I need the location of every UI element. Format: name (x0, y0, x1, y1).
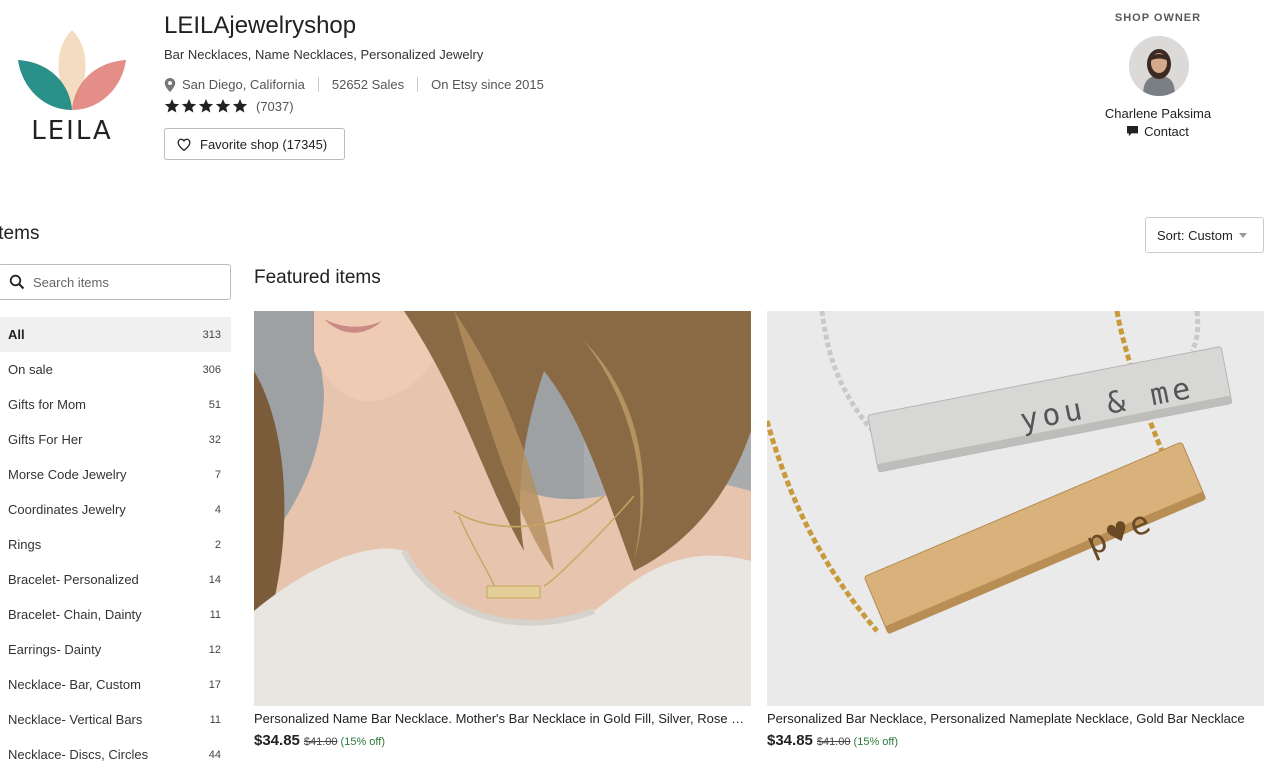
sort-dropdown[interactable]: Sort: Custom (1145, 217, 1264, 253)
category-count: 7 (214, 468, 221, 481)
product-original-price: $41.00 (816, 736, 851, 748)
product-price: $34.85 (767, 732, 813, 749)
category-item-gifts-for-mom[interactable]: Gifts for Mom 51 (0, 387, 231, 422)
category-label: Rings (8, 537, 42, 552)
owner-photo (1129, 36, 1189, 96)
category-label: Morse Code Jewelry (8, 467, 127, 482)
contact-label: Contact (1144, 124, 1189, 139)
category-count: 11 (209, 713, 221, 726)
search-input[interactable] (33, 274, 213, 290)
category-item-rings[interactable]: Rings 2 (0, 527, 231, 562)
category-count: 14 (208, 573, 221, 586)
product-discount: (15% off) (340, 736, 385, 748)
rating-stars (164, 98, 248, 114)
owner-name[interactable]: Charlene Paksima (1080, 106, 1236, 121)
product-original-price: $41.00 (303, 736, 338, 748)
category-label: Coordinates Jewelry (8, 502, 126, 517)
product-price: $34.85 (254, 732, 300, 749)
category-list: All 313 On sale 306 Gifts for Mom 51 Gifts … (0, 317, 231, 771)
contact-owner-link[interactable]: Contact (1080, 124, 1236, 139)
star-icon (215, 99, 231, 113)
category-label: On sale (8, 362, 53, 377)
product-card[interactable]: you & me p♥e Personalized Bar Necklace, … (767, 311, 1264, 749)
category-item-earrings[interactable]: Earrings- Dainty 12 (0, 632, 231, 667)
search-icon (9, 274, 25, 290)
product-title[interactable]: Personalized Name Bar Necklace. Mother's… (254, 711, 751, 726)
category-label: Bracelet- Personalized (8, 572, 139, 587)
category-count: 306 (202, 363, 221, 376)
product-image[interactable]: you & me p♥e (767, 311, 1264, 706)
category-label: All (8, 327, 25, 342)
star-icon (232, 99, 248, 113)
shop-logo: LEILA (14, 26, 130, 148)
product-price-row: $34.85 $41.00 (15% off) (254, 732, 751, 749)
category-count: 4 (214, 503, 221, 516)
star-icon (198, 99, 214, 113)
favorite-shop-button[interactable]: Favorite shop (17345) (164, 128, 345, 160)
category-label: Bracelet- Chain, Dainty (8, 607, 142, 622)
category-item-gifts-for-her[interactable]: Gifts For Her 32 (0, 422, 231, 457)
shop-sales[interactable]: 52652 Sales (332, 77, 404, 92)
category-item-all[interactable]: All 313 (0, 317, 231, 352)
shop-tagline: Bar Necklaces, Name Necklaces, Personali… (164, 47, 484, 62)
category-item-coordinates[interactable]: Coordinates Jewelry 4 (0, 492, 231, 527)
category-count: 44 (208, 748, 221, 761)
shop-name[interactable]: LEILAjewelryshop (164, 12, 356, 40)
shop-since: On Etsy since 2015 (431, 77, 544, 92)
category-label: Earrings- Dainty (8, 642, 102, 657)
product-title[interactable]: Personalized Bar Necklace, Personalized … (767, 711, 1264, 726)
category-count: 313 (202, 328, 221, 341)
logo-text: LEILA (31, 116, 113, 146)
category-item-necklace-bar[interactable]: Necklace- Bar, Custom 17 (0, 667, 231, 702)
category-item-bracelet-chain[interactable]: Bracelet- Chain, Dainty 11 (0, 597, 231, 632)
message-icon (1127, 126, 1139, 137)
shop-meta: San Diego, California 52652 Sales On Ets… (164, 77, 544, 92)
product-card[interactable]: Personalized Name Bar Necklace. Mother's… (254, 311, 751, 749)
category-count: 17 (208, 678, 221, 691)
category-item-morse-code[interactable]: Morse Code Jewelry 7 (0, 457, 231, 492)
star-icon (164, 99, 180, 113)
search-items-field[interactable] (0, 264, 231, 300)
meta-divider (317, 77, 319, 92)
category-label: Gifts for Mom (8, 397, 87, 412)
product-price-row: $34.85 $41.00 (15% off) (767, 732, 1264, 749)
category-count: 32 (208, 433, 221, 446)
category-item-on-sale[interactable]: On sale 306 (0, 352, 231, 387)
category-label: Necklace- Discs, Circles (8, 747, 149, 762)
chevron-down-icon (1238, 232, 1247, 238)
meta-divider (417, 77, 419, 92)
shop-location: San Diego, California (182, 77, 305, 92)
category-count: 11 (209, 608, 221, 621)
product-discount: (15% off) (853, 736, 898, 748)
shop-owner-heading: SHOP OWNER (1114, 12, 1202, 24)
owner-avatar[interactable] (1129, 36, 1189, 96)
star-icon (181, 99, 197, 113)
sort-label: Sort: Custom (1157, 227, 1233, 243)
lotus-logo-icon (18, 30, 126, 110)
featured-items-heading: Featured items (254, 267, 381, 288)
favorite-shop-label: Favorite shop (17345) (200, 136, 328, 152)
category-count: 12 (208, 643, 221, 656)
product-image[interactable] (254, 311, 751, 706)
location-pin-icon (164, 77, 176, 92)
shop-rating[interactable]: (7037) (164, 98, 294, 114)
category-item-necklace-vertical[interactable]: Necklace- Vertical Bars 11 (0, 702, 231, 737)
category-item-bracelet-personalized[interactable]: Bracelet- Personalized 14 (0, 562, 231, 597)
category-count: 51 (208, 398, 221, 411)
category-label: Necklace- Bar, Custom (8, 677, 141, 692)
category-item-necklace-discs[interactable]: Necklace- Discs, Circles 44 (0, 737, 231, 771)
heart-icon (177, 138, 191, 151)
category-count: 2 (214, 538, 221, 551)
model-necklace-photo (254, 311, 751, 706)
category-label: Gifts For Her (8, 432, 83, 447)
items-heading: Items (0, 223, 40, 244)
category-label: Necklace- Vertical Bars (8, 712, 143, 727)
rating-count: (7037) (256, 98, 294, 114)
